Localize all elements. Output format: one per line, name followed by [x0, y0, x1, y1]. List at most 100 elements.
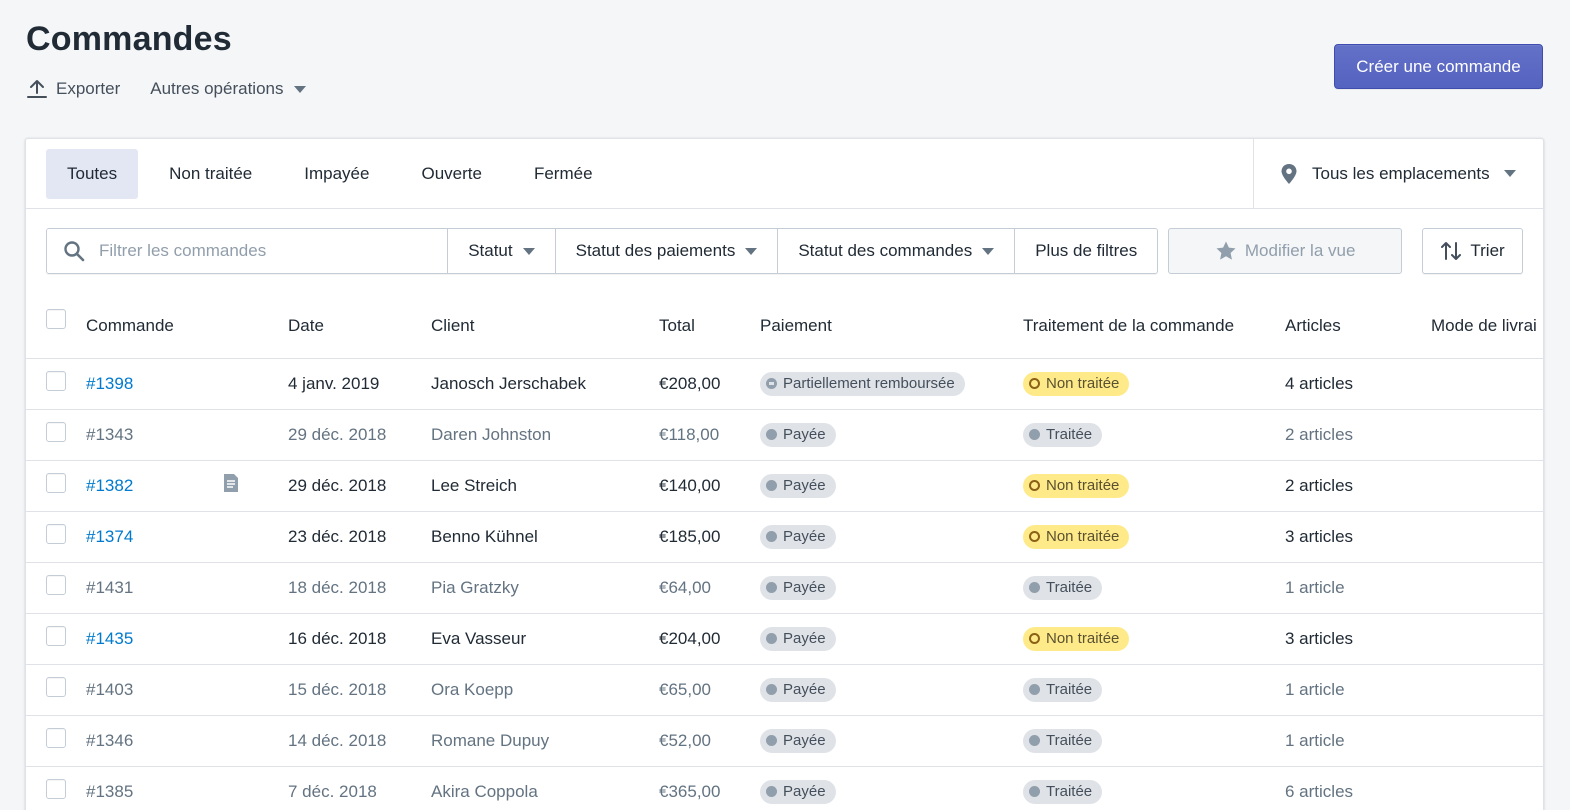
items-count: 1 article	[1285, 577, 1345, 597]
table-row[interactable]: #1431 18 déc. 2018 Pia Gratzky €64,00 Payée T…	[26, 562, 1543, 613]
order-number-link[interactable]: #1431	[86, 578, 133, 597]
row-checkbox[interactable]	[46, 473, 66, 493]
fulfillment-status-label: Traitée	[1046, 426, 1093, 443]
order-number-link[interactable]: #1346	[86, 731, 133, 750]
row-checkbox[interactable]	[46, 524, 66, 544]
shipping-method	[1431, 613, 1543, 664]
order-number-link[interactable]: #1403	[86, 680, 133, 699]
column-header[interactable]: Traitement de la commande	[1023, 294, 1285, 358]
export-button[interactable]: Exporter	[26, 78, 120, 100]
table-header: Commande Date Client Total Paiement Trai…	[26, 294, 1543, 358]
row-checkbox[interactable]	[46, 371, 66, 391]
payment-status-badge: Payée	[760, 728, 836, 753]
column-header[interactable]: Client	[431, 294, 659, 358]
order-number-link[interactable]: #1382	[86, 476, 133, 495]
order-date: 18 déc. 2018	[288, 577, 387, 597]
payment-status-label: Payée	[783, 477, 826, 494]
table-row[interactable]: #1374 23 déc. 2018 Benno Kühnel €185,00 Payé…	[26, 511, 1543, 562]
create-order-button[interactable]: Créer une commande	[1334, 44, 1543, 89]
column-header[interactable]: Paiement	[760, 294, 1023, 358]
payment-status-label: Payée	[783, 579, 826, 596]
items-count: 2 articles	[1285, 424, 1354, 444]
location-pin-icon	[1280, 163, 1298, 185]
payment-status-badge: Partiellement remboursée	[760, 371, 965, 396]
order-number-link[interactable]: #1385	[86, 782, 133, 801]
status-dot-icon	[1029, 684, 1040, 695]
column-header[interactable]: Mode de livrai	[1431, 294, 1543, 358]
payment-status-filter[interactable]: Statut des paiements	[555, 229, 779, 273]
fulfillment-status-label: Non traitée	[1046, 630, 1120, 647]
table-row[interactable]: #1398 4 janv. 2019 Janosch Jerschabek €208,…	[26, 358, 1543, 409]
client-name: Daren Johnston	[431, 424, 552, 444]
status-filter[interactable]: Statut	[448, 229, 556, 273]
search-field	[47, 229, 449, 273]
orders-table: Commande Date Client Total Paiement Trai…	[26, 294, 1543, 810]
table-row[interactable]: #1382 29 déc. 2018 Lee Streich €140,00 Payée…	[26, 460, 1543, 511]
shipping-method	[1431, 460, 1543, 511]
more-filters-label: Plus de filtres	[1035, 241, 1138, 260]
client-name: Lee Streich	[431, 475, 517, 495]
fulfillment-status-badge: Traitée	[1023, 677, 1103, 702]
row-checkbox[interactable]	[46, 626, 66, 646]
shipping-method	[1431, 715, 1543, 766]
location-selector[interactable]: Tous les emplacements	[1253, 139, 1543, 208]
filter-row: Statut Statut des paiements Statut des c…	[46, 228, 1523, 274]
tab-non-trait-e[interactable]: Non traitée	[148, 149, 273, 199]
search-input[interactable]	[99, 241, 429, 261]
tab-toutes[interactable]: Toutes	[46, 148, 139, 199]
table-row[interactable]: #1343 29 déc. 2018 Daren Johnston €118,00 Pa…	[26, 409, 1543, 460]
row-checkbox[interactable]	[46, 728, 66, 748]
row-checkbox[interactable]	[46, 422, 66, 442]
table-row[interactable]: #1346 14 déc. 2018 Romane Dupuy €52,00 Payée…	[26, 715, 1543, 766]
order-date: 15 déc. 2018	[288, 679, 387, 699]
column-header[interactable]: Commande	[86, 294, 222, 358]
fulfillment-status-badge: Traitée	[1023, 575, 1103, 600]
table-row[interactable]: #1435 16 déc. 2018 Eva Vasseur €204,00 Payée…	[26, 613, 1543, 664]
more-actions-dropdown[interactable]: Autres opérations	[150, 79, 306, 99]
status-dot-icon	[1029, 378, 1040, 389]
table-row[interactable]: #1403 15 déc. 2018 Ora Koepp €65,00 Payée Tra…	[26, 664, 1543, 715]
more-filters-button[interactable]: Plus de filtres	[1015, 229, 1158, 273]
order-number-link[interactable]: #1374	[86, 527, 133, 546]
client-name: Ora Koepp	[431, 679, 514, 699]
order-total: €52,00	[659, 730, 711, 750]
order-date: 29 déc. 2018	[288, 424, 387, 444]
row-checkbox[interactable]	[46, 575, 66, 595]
status-dot-icon	[1029, 633, 1040, 644]
shipping-method	[1431, 511, 1543, 562]
status-dot-icon	[1029, 786, 1040, 797]
order-date: 14 déc. 2018	[288, 730, 387, 750]
sort-button[interactable]: Trier	[1422, 228, 1523, 274]
items-count: 2 articles	[1285, 475, 1354, 495]
status-dot-icon	[1029, 735, 1040, 746]
status-dot-icon	[766, 480, 777, 491]
column-header[interactable]: Total	[659, 294, 760, 358]
shipping-method	[1431, 766, 1543, 810]
order-date: 16 déc. 2018	[288, 628, 387, 648]
order-status-filter[interactable]: Statut des commandes	[778, 229, 1016, 273]
payment-status-label: Payée	[783, 783, 826, 800]
page-title: Commandes	[26, 20, 232, 58]
order-number-link[interactable]: #1343	[86, 425, 133, 444]
order-number-link[interactable]: #1435	[86, 629, 133, 648]
fulfillment-status-label: Traitée	[1046, 681, 1093, 698]
tab-ouverte[interactable]: Ouverte	[400, 149, 502, 199]
column-header[interactable]: Articles	[1285, 294, 1431, 358]
select-all-checkbox[interactable]	[46, 309, 66, 330]
items-count: 1 article	[1285, 730, 1345, 750]
table-row[interactable]: #1385 7 déc. 2018 Akira Coppola €365,00 Payé…	[26, 766, 1543, 810]
tab-ferm-e[interactable]: Fermée	[513, 149, 614, 199]
payment-status-label: Payée	[783, 681, 826, 698]
chevron-down-icon	[1503, 170, 1516, 177]
tab-impay-e[interactable]: Impayée	[283, 149, 390, 199]
order-total: €204,00	[659, 628, 721, 648]
status-dot-icon	[766, 786, 777, 797]
row-checkbox[interactable]	[46, 677, 66, 697]
status-dot-icon	[1029, 480, 1040, 491]
order-number-link[interactable]: #1398	[86, 374, 133, 393]
column-header[interactable]: Date	[288, 294, 431, 358]
items-count: 3 articles	[1285, 526, 1354, 546]
edit-view-button[interactable]: Modifier la vue	[1168, 228, 1403, 274]
row-checkbox[interactable]	[46, 779, 66, 799]
tabs-row: Toutes Non traitée Impayée Ouverte Fermée To…	[26, 139, 1543, 209]
